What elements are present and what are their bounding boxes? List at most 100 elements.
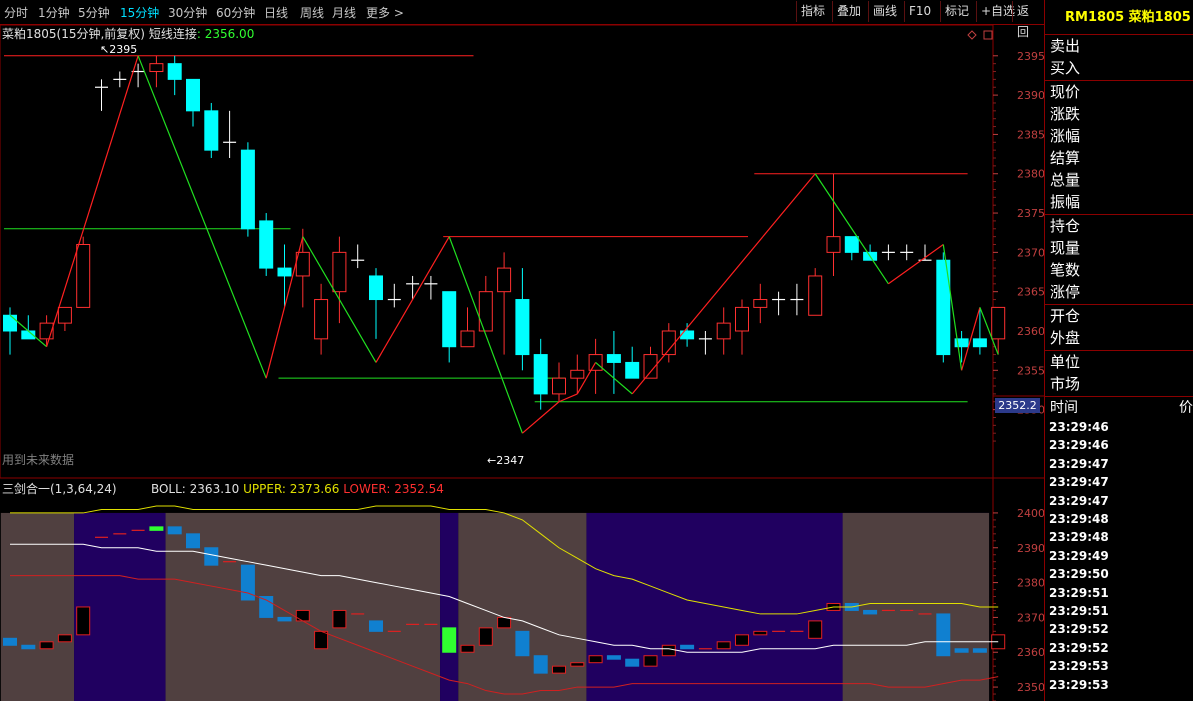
timeframe-3[interactable]: 15分钟 (120, 4, 159, 21)
indicator-bar (515, 630, 530, 657)
quote-field-label: 涨幅 (1050, 127, 1081, 145)
current-price-tag: 2352.2 (995, 398, 1040, 413)
indicator-bar (76, 606, 91, 636)
candle-body (3, 314, 17, 332)
candle-body (478, 291, 493, 332)
indicator-bar (808, 620, 823, 639)
y-tick-label: 2355 (1017, 364, 1044, 377)
quote-separator (1045, 304, 1193, 305)
square-icon (983, 30, 993, 40)
zigzag-segment (631, 173, 816, 395)
timeframe-7[interactable]: 周线 (300, 4, 324, 21)
candle-body (680, 330, 695, 340)
toolbar-button-0[interactable]: 指标 (796, 1, 829, 22)
tick-time: 23:29:48 (1049, 530, 1109, 545)
quote-field-label: 市场 (1050, 375, 1081, 393)
zigzag-segment (814, 173, 889, 285)
timeframe-9[interactable]: 更多 > (366, 4, 404, 21)
quote-field-label: 涨停 (1050, 283, 1081, 301)
timeframe-8[interactable]: 月线 (332, 4, 356, 21)
y-tick-label: 2385 (1017, 128, 1044, 141)
indicator-bar (936, 613, 951, 657)
quote-separator (1045, 396, 1193, 397)
quote-separator (1045, 34, 1193, 35)
timeframe-0[interactable]: 分时 (4, 4, 28, 21)
tick-time: 23:29:51 (1049, 585, 1109, 600)
indicator-bar (186, 533, 200, 549)
y-tick-label: 2360 (1017, 325, 1044, 338)
candle-body (735, 306, 749, 332)
tick-time: 23:29:46 (1049, 420, 1109, 434)
indicator-bar (57, 634, 72, 643)
low-label-text: 2347 (496, 454, 525, 467)
period-toolbar: 分时 1分钟 5分钟 15分钟 30分钟 60分钟 日线 周线 月线 更多 > 指标 叠加 画线 F10 标… (0, 0, 1044, 39)
quote-field-label: 涨跌 (1050, 105, 1081, 123)
toolbar-button-2[interactable]: 画线 (868, 1, 901, 22)
indicator-bar (552, 665, 566, 674)
indicator-bar (478, 627, 493, 646)
indicator-bar (753, 630, 768, 636)
timeframe-4[interactable]: 30分钟 (168, 4, 207, 21)
candle-body (57, 306, 72, 324)
candle-body (332, 251, 347, 293)
indicator-band (165, 512, 441, 701)
low-label: ←2347 (487, 454, 525, 467)
y-tick-label: 2390 (1017, 542, 1044, 555)
indicator-bar (954, 648, 969, 653)
timeframe-2[interactable]: 5分钟 (78, 4, 110, 21)
ticks-price-header: 价 (1179, 400, 1193, 416)
quote-field-label: 现量 (1050, 239, 1081, 257)
indicator-bar (167, 526, 182, 535)
tick-time: 23:29:50 (1049, 567, 1109, 582)
indicator-bar (643, 655, 658, 667)
indicator-bar (497, 616, 512, 629)
candle-body (259, 220, 274, 269)
toolbar-button-4[interactable]: 标记 (940, 1, 973, 22)
indicator-bar (863, 609, 878, 615)
candle-body (515, 299, 530, 356)
toolbar-button-1[interactable]: 叠加 (832, 1, 865, 22)
indicator-bar (460, 644, 475, 653)
zigzag-segment (558, 393, 578, 403)
tick-time: 23:29:53 (1049, 659, 1109, 674)
indicator-bar (442, 627, 457, 653)
tick-time: 23:29:52 (1049, 622, 1109, 637)
candle-body (369, 275, 383, 301)
main-pane-border (0, 25, 994, 479)
indicator-bar (588, 655, 603, 664)
candle-body (570, 369, 585, 379)
y-tick-label: 2395 (1017, 50, 1044, 63)
toolbar-button-3[interactable]: F10 (904, 1, 935, 22)
candle-body (167, 63, 182, 80)
toolbar-button-6[interactable]: 返回 (1012, 1, 1044, 39)
indicator-bar (3, 637, 17, 646)
candle-body (753, 299, 768, 308)
indicator-bar (680, 644, 695, 650)
timeframe-5[interactable]: 60分钟 (216, 4, 255, 21)
zigzag-segment (888, 244, 944, 285)
quote-field-label: 笔数 (1050, 261, 1081, 279)
indicator-band (842, 512, 990, 701)
tick-time: 23:29:47 (1049, 493, 1109, 508)
quote-separator (1045, 214, 1193, 215)
candle-body (497, 267, 512, 293)
tick-time: 23:29:52 (1049, 640, 1109, 655)
indicator-band (440, 512, 459, 701)
y-tick-label: 2370 (1017, 246, 1044, 259)
quote-panel: RM1805 菜粕1805 卖出 买入 现价 涨跌 涨幅 结算 总量 振幅 持仓 现量 笔数 涨停 开仓… (1044, 0, 1193, 701)
timeframe-6[interactable]: 日线 (264, 4, 288, 21)
y-tick-label: 2380 (1017, 168, 1044, 181)
candle-body (76, 244, 91, 308)
y-tick-label: 2380 (1017, 577, 1044, 590)
y-tick-label: 2375 (1017, 207, 1044, 220)
diamond-icon (967, 30, 977, 40)
candle-body (808, 275, 823, 316)
candle-body (277, 267, 292, 277)
quote-field-label: 现价 (1050, 83, 1081, 101)
indicator-bar (661, 644, 676, 657)
y-tick-label: 2360 (1017, 646, 1044, 659)
timeframe-1[interactable]: 1分钟 (38, 4, 70, 21)
chart-area[interactable]: 2395 2390 2385 2380 2375 2370 2365 2360 2355 2350… (0, 25, 1044, 701)
indicator-bar (735, 634, 749, 646)
y-tick-label: 2365 (1017, 286, 1044, 299)
